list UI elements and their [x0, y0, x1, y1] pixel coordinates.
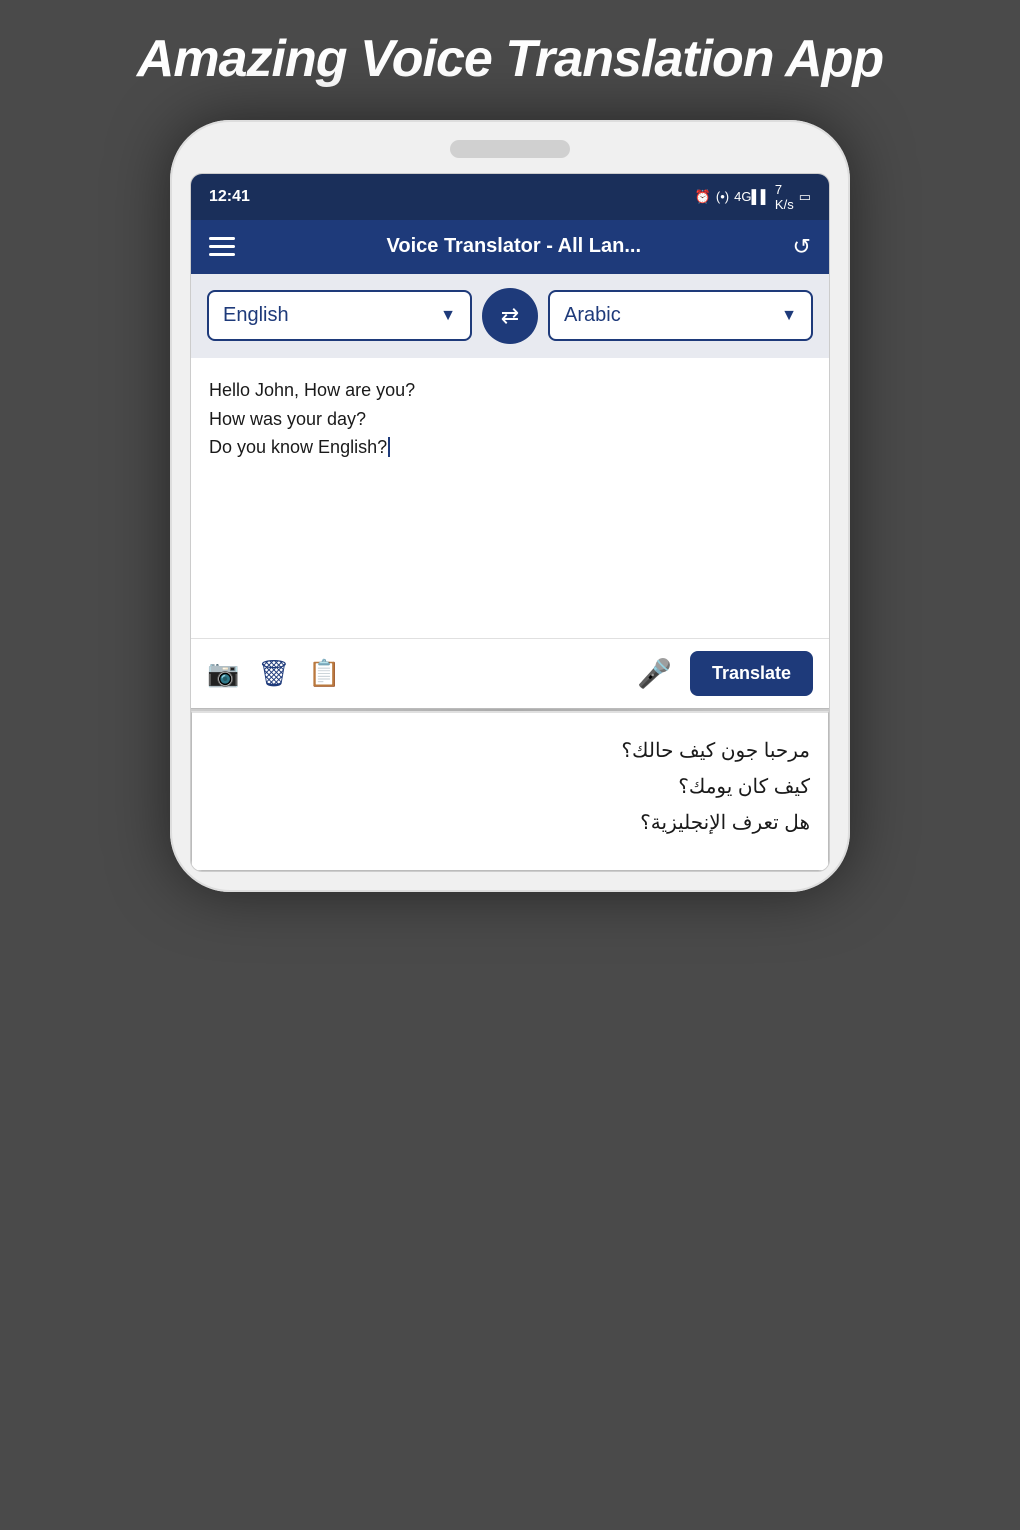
input-line-2: How was your day? — [209, 405, 811, 434]
page-title: Amazing Voice Translation App — [137, 30, 883, 90]
swap-languages-button[interactable]: ⇄ — [482, 288, 538, 344]
phone-shell: 12:41 ⏰ (•) 4G▌▌ 7K/s ▭ Voice Translator… — [170, 120, 850, 892]
output-area: مرحبا جون كيف حالك؟ كيف كان يومك؟ هل تعر… — [191, 711, 829, 871]
source-language-label: English — [223, 304, 289, 327]
text-input-box[interactable]: Hello John, How are you? How was your da… — [191, 358, 829, 638]
source-language-chevron-icon: ▼ — [440, 307, 456, 325]
status-icons: ⏰ (•) 4G▌▌ 7K/s ▭ — [695, 182, 811, 212]
alarm-icon: ⏰ — [695, 189, 711, 205]
text-cursor — [388, 437, 390, 457]
input-toolbar: 📷 🗑 📋 🎤 Translate — [191, 638, 829, 708]
translate-button[interactable]: Translate — [690, 651, 813, 696]
language-selector-area: English ▼ ⇄ Arabic ▼ — [191, 274, 829, 358]
signal-icon: 4G▌▌ — [734, 189, 770, 204]
network-speed: 7K/s — [775, 182, 794, 212]
target-language-label: Arabic — [564, 304, 621, 327]
app-bar: Voice Translator - All Lan... ↺ — [191, 220, 829, 274]
input-line-1: Hello John, How are you? — [209, 376, 811, 405]
hamburger-menu-icon[interactable] — [209, 237, 235, 256]
wifi-icon: (•) — [716, 189, 729, 204]
delete-button[interactable]: 🗑 — [257, 658, 290, 689]
target-language-dropdown[interactable]: Arabic ▼ — [548, 290, 813, 341]
output-line-1: مرحبا جون كيف حالك؟ — [210, 733, 810, 769]
microphone-button[interactable]: 🎤 — [637, 657, 672, 690]
swap-icon: ⇄ — [501, 303, 519, 329]
input-text: Hello John, How are you? How was your da… — [209, 376, 811, 462]
target-language-chevron-icon: ▼ — [781, 307, 797, 325]
output-text: مرحبا جون كيف حالك؟ كيف كان يومك؟ هل تعر… — [210, 733, 810, 841]
status-bar: 12:41 ⏰ (•) 4G▌▌ 7K/s ▭ — [191, 174, 829, 220]
battery-icon: ▭ — [799, 189, 811, 205]
input-line-3: Do you know English? — [209, 433, 811, 462]
copy-button[interactable]: 📋 — [308, 658, 340, 689]
source-language-dropdown[interactable]: English ▼ — [207, 290, 472, 341]
camera-button[interactable]: 📷 — [207, 658, 239, 689]
app-bar-title: Voice Translator - All Lan... — [387, 235, 642, 258]
input-area: Hello John, How are you? How was your da… — [191, 358, 829, 709]
output-line-2: كيف كان يومك؟ — [210, 769, 810, 805]
phone-screen: 12:41 ⏰ (•) 4G▌▌ 7K/s ▭ Voice Translator… — [190, 173, 830, 872]
output-line-3: هل تعرف الإنجليزية؟ — [210, 805, 810, 841]
history-icon[interactable]: ↺ — [793, 234, 811, 260]
status-time: 12:41 — [209, 188, 250, 206]
